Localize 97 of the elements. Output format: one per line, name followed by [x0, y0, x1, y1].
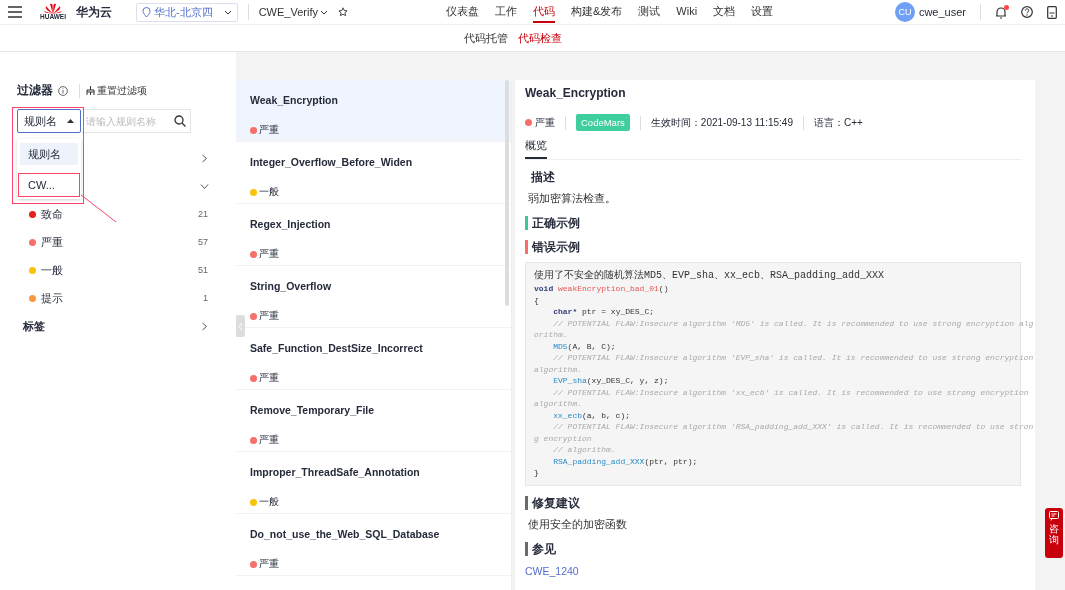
code-line: void weakEncryption_bad_01(): [534, 284, 669, 293]
chevron-down-icon: [223, 9, 232, 15]
severity-label: 严重: [259, 557, 279, 571]
section-heading: 正确示例: [525, 216, 1021, 230]
severity-count: 57: [198, 237, 208, 247]
chevron-down-icon: [319, 9, 328, 15]
code-line: algorithm.: [534, 399, 582, 408]
code-line: // POTENTIAL FLAW:Insecure algorithm 'MD5' is called. It is recommended to use strong encryption alg: [552, 318, 1034, 328]
nav-tab[interactable]: 设置: [751, 1, 774, 23]
rule-item[interactable]: Weak_Encryption 严重: [236, 80, 511, 142]
code-line: {: [534, 295, 539, 305]
device-icon[interactable]: [1047, 5, 1057, 19]
code-line: // POTENTIAL FLAW:Insecure algorithm 'EVP_sha' is called. It is recommended to use strong encryption: [552, 353, 1034, 362]
severity-label: 严重: [259, 309, 279, 323]
region-select[interactable]: 华北-北京四: [136, 2, 238, 22]
consult-button[interactable]: 咨询: [1045, 508, 1063, 558]
nav-tab[interactable]: 测试: [638, 1, 661, 23]
rule-type-select[interactable]: 规则名: [17, 109, 81, 133]
code-line: algorithm.: [534, 364, 582, 374]
severity-option[interactable]: 提示: [41, 290, 203, 306]
scrollbar[interactable]: [505, 80, 509, 306]
project-select[interactable]: CWE_Verify: [258, 6, 328, 18]
code-line: }: [534, 468, 539, 477]
logo-icon: [44, 3, 62, 15]
code-line: orithm.: [534, 330, 568, 339]
nav-tab[interactable]: Wiki: [676, 1, 698, 23]
severity-option[interactable]: 一般: [41, 262, 198, 278]
section-heading: 描述: [530, 170, 556, 184]
severity-label: 严重: [259, 123, 279, 137]
collapse-handle[interactable]: [236, 315, 245, 337]
rule-name: String_Overflow: [250, 280, 333, 292]
code-line: char* ptr = xy_DES_C;: [552, 307, 655, 316]
star-icon[interactable]: [337, 7, 348, 17]
filter-group-label: 标签: [23, 318, 45, 334]
search-field[interactable]: 请输入规则名称: [86, 115, 166, 127]
severity-count: 21: [198, 209, 208, 219]
severity-label: 严重: [259, 433, 279, 447]
severity-count: 1: [203, 293, 208, 303]
menu-icon[interactable]: [8, 6, 22, 18]
code-line: g encryption: [534, 433, 592, 443]
nav-tab[interactable]: 文档: [713, 1, 736, 23]
section-heading: 修复建议: [525, 495, 1021, 510]
code-line: EVP_sha(xy_DES_C, y, z);: [552, 376, 669, 385]
help-icon[interactable]: [1021, 6, 1033, 18]
code-line: // POTENTIAL FLAW:Insecure algorithm 'xx_ecb' is called. It is recommended to use strong encryption: [552, 387, 1029, 397]
overview-tab[interactable]: 概览: [525, 135, 547, 159]
rule-name: Improper_ThreadSafe_Annotation: [250, 466, 421, 478]
nav-tab[interactable]: 仪表盘: [445, 1, 479, 23]
nav-tab[interactable]: 工作: [494, 1, 517, 23]
sub-tab[interactable]: 代码托管: [463, 30, 508, 46]
severity-label: 一般: [259, 495, 279, 509]
code-line: 使用了不安全的随机算法MD5、EVP_sha、xx_ecb、RSA_padding_add_XXX: [534, 270, 885, 281]
nav-tab[interactable]: 构建&发布: [570, 1, 623, 23]
caret-icon: [67, 119, 74, 123]
brand-name: 华为云: [76, 3, 112, 21]
severity-label: 严重: [535, 115, 555, 130]
reference-link[interactable]: CWE_1240: [525, 564, 579, 577]
section-heading: 错误示例: [525, 240, 1021, 254]
severity-count: 51: [198, 265, 208, 275]
language-label: 语言：C++: [813, 115, 863, 130]
tool-tag: CodeMars: [576, 114, 630, 131]
bell-icon[interactable]: [995, 5, 1007, 19]
code-line: // POTENTIAL FLAW:Insecure algorithm 'RSA_padding_add_XXX' is called. It is recommended to use stron: [552, 422, 1034, 431]
rule-title: Weak_Encryption: [525, 86, 627, 100]
info-icon: [58, 85, 68, 96]
severity-label: 一般: [259, 185, 279, 199]
search-box[interactable]: 请输入规则名称: [81, 109, 191, 133]
code-line: MD5(A, B, C);: [552, 341, 616, 351]
chevron-icon[interactable]: [201, 153, 208, 163]
sub-tab[interactable]: 代码检查: [517, 30, 562, 46]
rule-name: Regex_Injection: [250, 218, 332, 230]
chevron-icon[interactable]: [201, 321, 208, 331]
search-icon[interactable]: [174, 115, 186, 127]
dropdown-option[interactable]: 规则名: [20, 143, 78, 165]
filter-title: 过滤器: [17, 82, 53, 99]
section-heading: 参见: [525, 541, 1021, 556]
rule-name: Safe_Function_DestSize_Incorrect: [250, 342, 424, 354]
chevron-icon[interactable]: [201, 181, 208, 191]
section-text: 使用安全的加密函数: [527, 517, 628, 532]
location-pin-icon: [142, 6, 151, 18]
code-line: xx_ecb(a, b, c);: [552, 410, 631, 420]
effective-time: 生效时间：2021-09-13 11:15:49: [650, 115, 793, 130]
rule-name: Remove_Temporary_File: [250, 404, 376, 416]
code-line: RSA_padding_add_XXX(ptr, ptr);: [552, 456, 698, 466]
severity-option[interactable]: 严重: [41, 234, 198, 250]
rule-name: Do_not_use_the_Web_SQL_Database: [250, 528, 441, 540]
reset-filter-link[interactable]: 重置过滤项: [79, 83, 147, 98]
code-line: // algorithm.: [552, 445, 616, 454]
rule-name: Weak_Encryption: [250, 94, 339, 106]
rule-name: Integer_Overflow_Before_Widen: [250, 156, 414, 168]
severity-label: 严重: [259, 247, 279, 261]
chat-icon: [1049, 511, 1059, 521]
dropdown-option[interactable]: CW...: [20, 174, 78, 196]
section-text: 弱加密算法检查。: [527, 192, 617, 206]
severity-option[interactable]: 致命: [41, 206, 198, 222]
user-name[interactable]: cwe_user: [918, 6, 966, 18]
severity-label: 严重: [259, 371, 279, 385]
